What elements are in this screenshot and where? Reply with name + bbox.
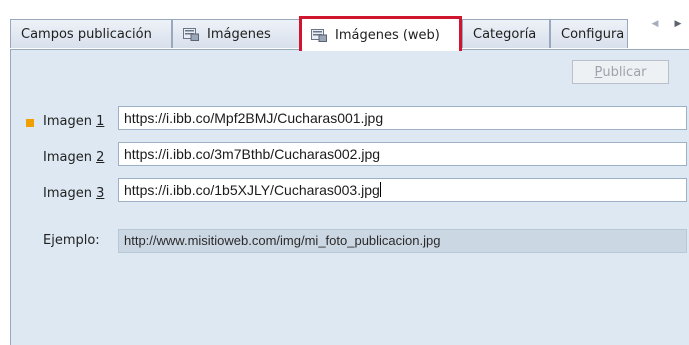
tab-strip: Campos publicación Imágenes Imágenes (we… [10, 14, 689, 51]
ejemplo-value: http://www.misitioweb.com/img/mi_foto_pu… [118, 229, 687, 253]
tab-campos-publicacion[interactable]: Campos publicación [10, 19, 172, 48]
text-caret [379, 182, 381, 197]
tab-scroll-left-icon[interactable]: ◀ [646, 14, 664, 34]
imagen-2-label: Imagen 2 [43, 150, 105, 165]
tab-imagenes[interactable]: Imágenes [172, 19, 300, 48]
tab-label: Imágenes (web) [335, 27, 440, 43]
ejemplo-label: Ejemplo: [43, 233, 100, 248]
mnemonic: P [594, 64, 603, 80]
imagen-1-label: Imagen 1 [43, 114, 105, 129]
tab-label: Campos publicación [21, 26, 152, 42]
tab-label: Imágenes [207, 26, 271, 42]
tab-label: Categoría [473, 26, 537, 42]
imagen-1-input[interactable]: https://i.ibb.co/Mpf2BMJ/Cucharas001.jpg [118, 106, 687, 130]
tab-categoria[interactable]: Categoría [462, 19, 550, 48]
imagen-3-input[interactable]: https://i.ibb.co/1b5XJLY/Cucharas003.jpg [118, 178, 687, 202]
tab-configuracion[interactable]: Configura [550, 19, 628, 48]
image-icon [183, 27, 199, 41]
imagen-2-input[interactable]: https://i.ibb.co/3m7Bthb/Cucharas002.jpg [118, 142, 687, 166]
imagen-3-label: Imagen 3 [43, 186, 105, 201]
tab-imagenes-web[interactable]: Imágenes (web) [299, 16, 462, 51]
required-marker [26, 119, 34, 127]
publicar-button[interactable]: Publicar [572, 60, 669, 84]
tab-scroll-right-icon[interactable]: ▶ [669, 14, 687, 34]
web-image-icon [311, 28, 327, 42]
imagenes-web-panel: Publicar Imagen 1 https://i.ibb.co/Mpf2B… [10, 49, 689, 345]
tab-label: Configura [561, 26, 625, 42]
